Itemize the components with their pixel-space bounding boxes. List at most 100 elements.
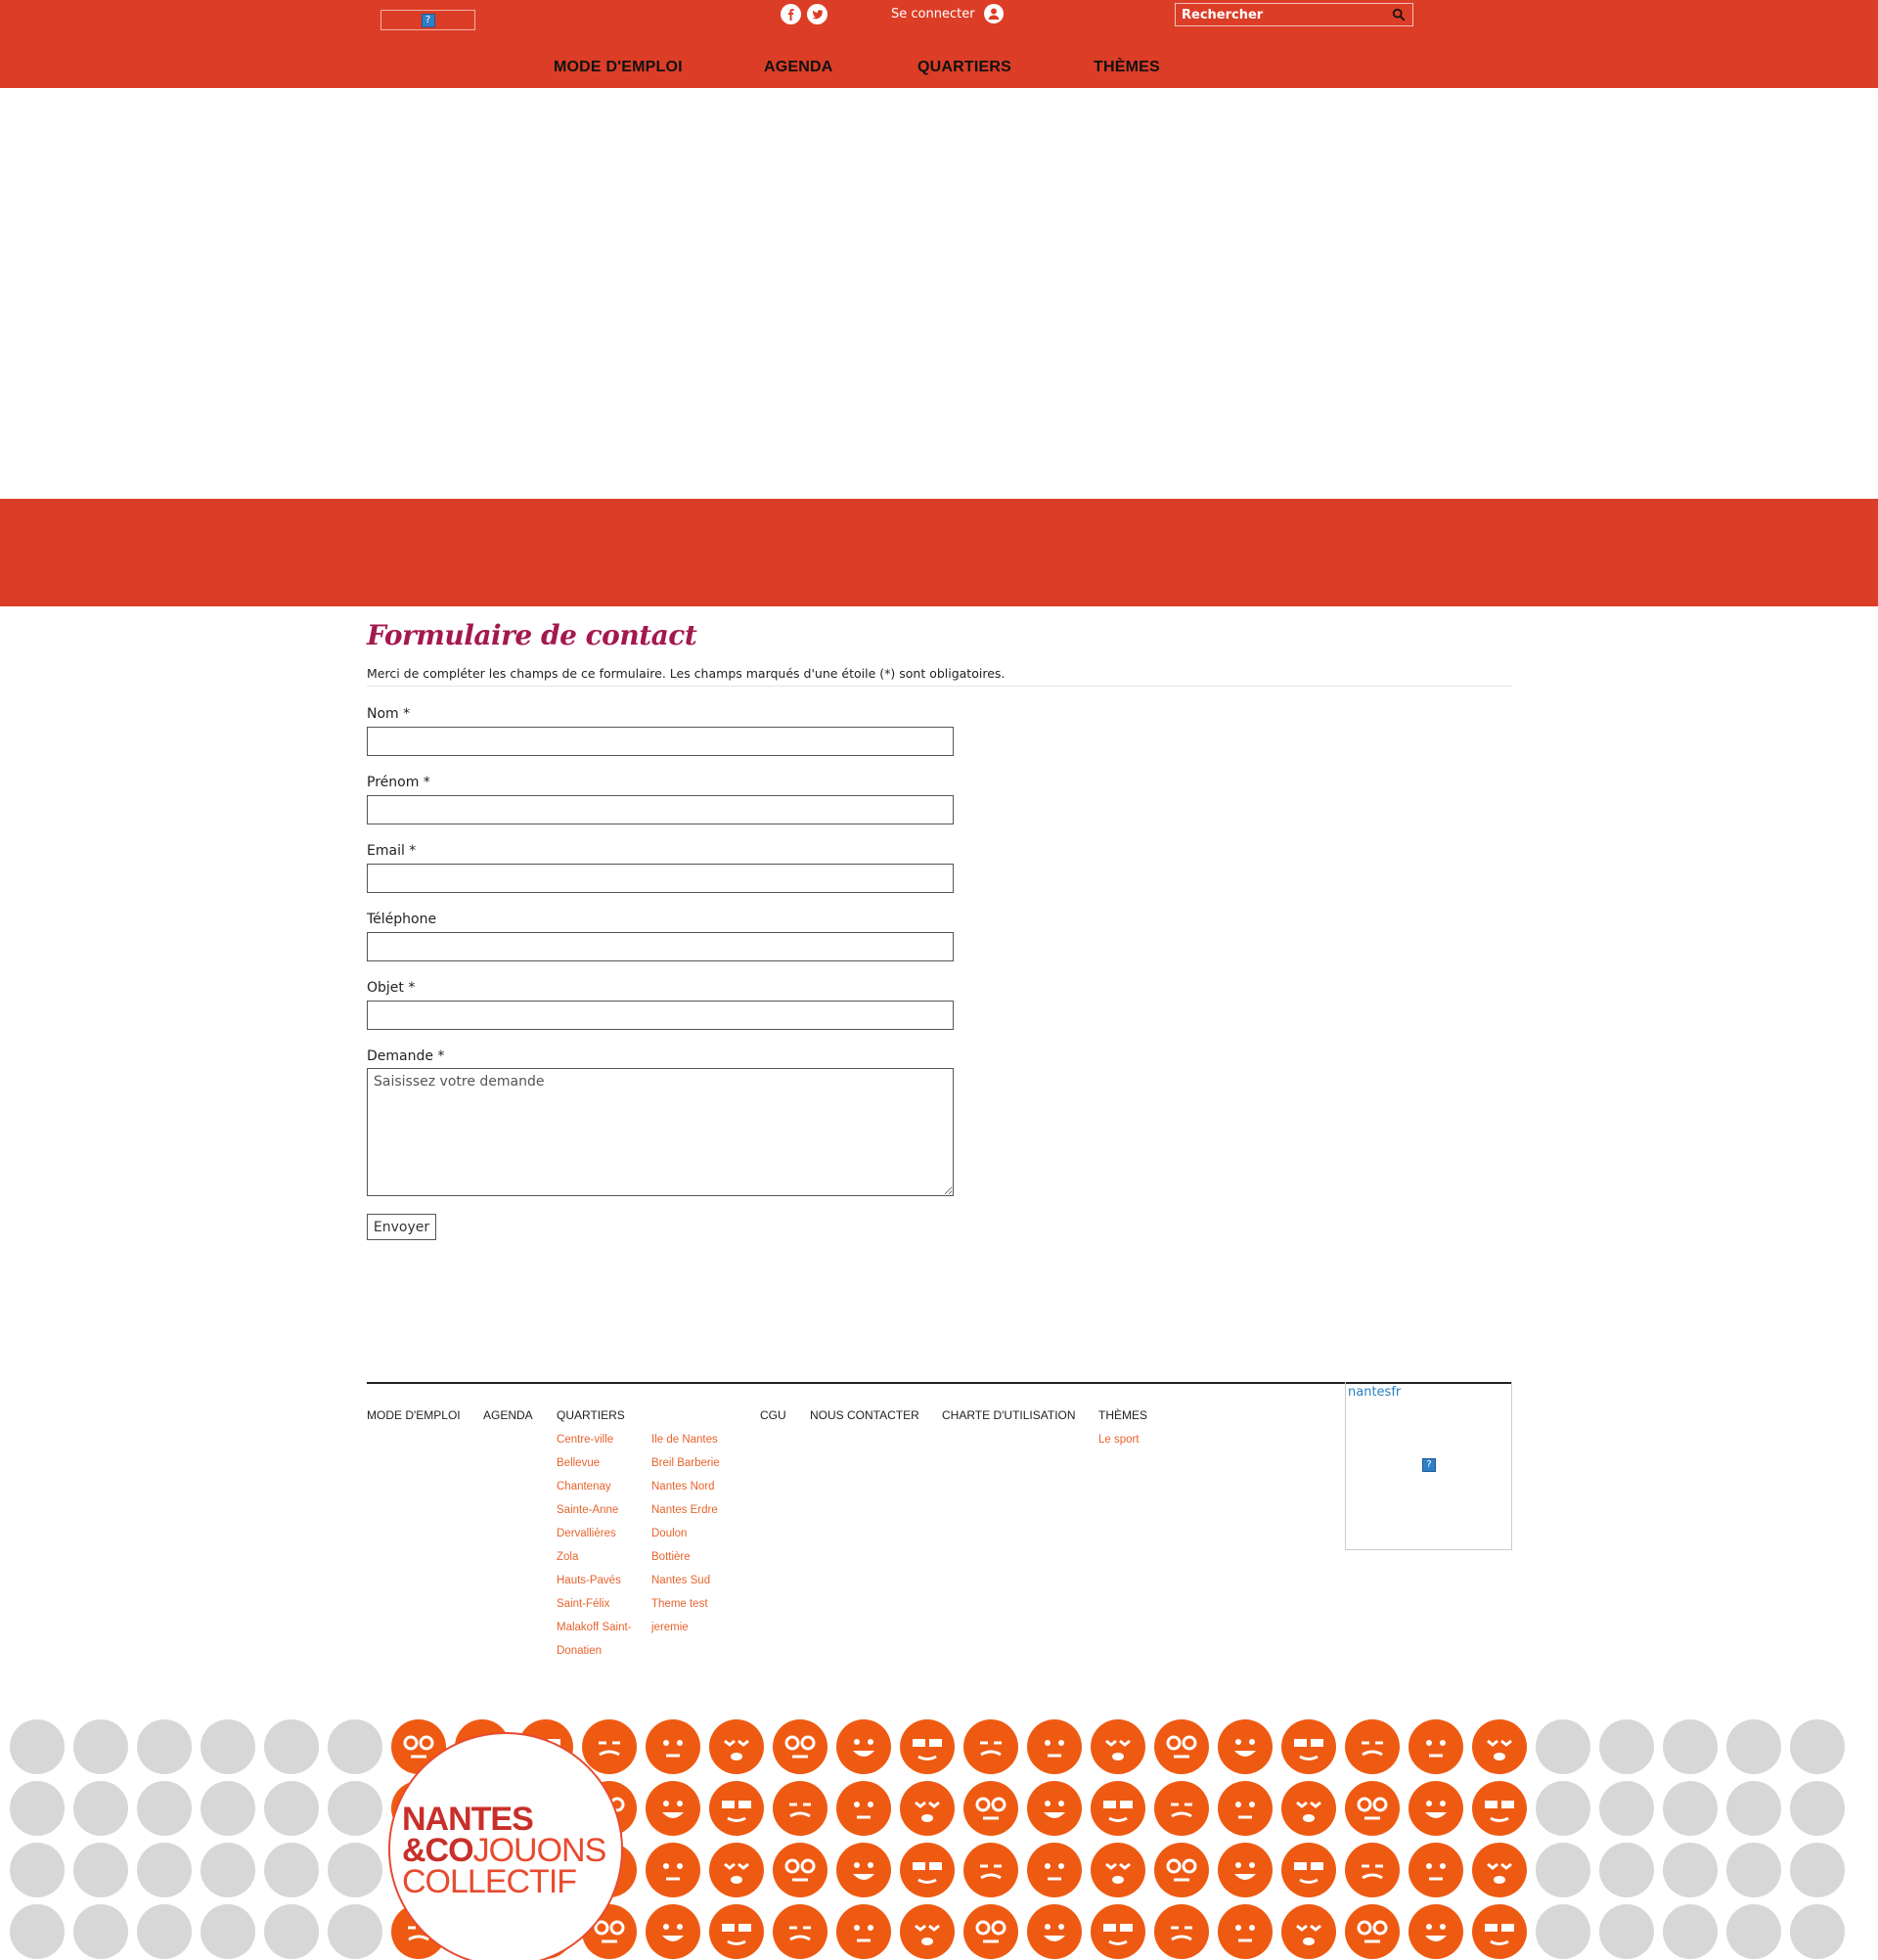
footer-quartier-link[interactable]: Hauts-Pavés xyxy=(557,1571,632,1594)
footer-quartier-link[interactable]: Breil Barberie xyxy=(651,1453,720,1477)
login-label: Se connecter xyxy=(891,6,975,22)
page-banner xyxy=(0,499,1878,606)
emoji-face-icon xyxy=(709,1719,764,1774)
emoji-face-icon xyxy=(963,1904,1018,1959)
footer-quartier-link[interactable]: Bottière xyxy=(651,1547,720,1571)
telephone-input[interactable] xyxy=(367,932,954,961)
grey-dot xyxy=(137,1781,192,1836)
footer-quartier-link[interactable]: Theme test xyxy=(651,1594,720,1618)
footer-quartier-link[interactable]: Saint-Félix xyxy=(557,1594,632,1618)
twitter-handle-link[interactable]: nantesfr xyxy=(1348,1385,1401,1400)
user-icon xyxy=(983,4,1004,23)
grey-dot xyxy=(1790,1719,1845,1774)
footer-nav-quartiers[interactable]: QUARTIERS xyxy=(557,1408,625,1422)
telephone-label: Téléphone xyxy=(367,912,437,927)
prenom-input[interactable] xyxy=(367,795,954,824)
grey-dot xyxy=(137,1843,192,1897)
twitter-widget: nantesfr ? xyxy=(1345,1382,1512,1550)
footer-quartier-link[interactable]: Nantes Nord xyxy=(651,1477,720,1500)
grey-dot xyxy=(1536,1719,1590,1774)
nantes-co-logo: NANTES &COJOUONS COLLECTIF xyxy=(388,1732,623,1960)
footer-quartier-link[interactable]: jeremie xyxy=(651,1618,720,1641)
email-input[interactable] xyxy=(367,864,954,893)
nav-themes[interactable]: THÈMES xyxy=(1094,59,1160,78)
nom-input[interactable] xyxy=(367,727,954,756)
objet-input[interactable] xyxy=(367,1001,954,1030)
objet-field-group: Objet * xyxy=(367,979,954,1030)
footer-theme-link[interactable]: Le sport xyxy=(1098,1430,1140,1453)
grey-dot xyxy=(73,1904,128,1959)
footer-quartier-link[interactable]: Doulon xyxy=(651,1524,720,1547)
twitter-icon[interactable] xyxy=(807,4,827,24)
page: ? Se connecter MODE D'EMPLOI AGENDA QUAR… xyxy=(0,0,1878,1960)
footer-quartier-link[interactable]: Zola xyxy=(557,1547,632,1571)
emoji-face-icon xyxy=(646,1781,700,1836)
emoji-face-icon xyxy=(1218,1843,1273,1897)
emoji-face-icon xyxy=(963,1781,1018,1836)
emoji-face-icon xyxy=(1091,1904,1145,1959)
footer-quartier-link[interactable]: Nantes Sud xyxy=(651,1571,720,1594)
emoji-face-icon xyxy=(963,1843,1018,1897)
emoji-face-icon xyxy=(1345,1781,1400,1836)
grey-dot xyxy=(1536,1904,1590,1959)
submit-button[interactable]: Envoyer xyxy=(367,1214,436,1240)
grey-dot xyxy=(328,1843,382,1897)
emoji-face-icon xyxy=(1472,1719,1527,1774)
footer-nav-contact[interactable]: NOUS CONTACTER xyxy=(810,1408,919,1422)
site-logo-link[interactable]: ? xyxy=(380,10,475,30)
prenom-field-group: Prénom * xyxy=(367,774,954,824)
emoji-face-icon xyxy=(836,1843,891,1897)
grey-dot xyxy=(1663,1781,1718,1836)
emoji-face-icon xyxy=(1154,1781,1209,1836)
footer-quartier-link[interactable]: Chantenay xyxy=(557,1477,632,1500)
grey-dot xyxy=(264,1719,319,1774)
emoji-face-icon xyxy=(1027,1719,1082,1774)
footer-quartier-link[interactable]: Sainte-Anne xyxy=(557,1500,632,1524)
prenom-label: Prénom * xyxy=(367,775,430,790)
footer-nav-cgu[interactable]: CGU xyxy=(760,1408,786,1422)
emoji-face-icon xyxy=(1027,1904,1082,1959)
grey-dot xyxy=(1790,1904,1845,1959)
footer-nav-charte[interactable]: CHARTE D'UTILISATION xyxy=(942,1408,1076,1422)
emoji-face-icon xyxy=(836,1904,891,1959)
demande-textarea[interactable] xyxy=(367,1068,954,1196)
grey-dot xyxy=(1726,1719,1781,1774)
footer-quartier-link[interactable]: Donatien xyxy=(557,1641,632,1665)
emoji-face-icon xyxy=(1345,1719,1400,1774)
grey-dot xyxy=(1599,1719,1654,1774)
footer-quartiers-list-2: Ile de Nantes Breil Barberie Nantes Nord… xyxy=(651,1430,720,1641)
emoji-face-icon xyxy=(1154,1719,1209,1774)
search-input[interactable] xyxy=(1182,7,1391,22)
grey-dot xyxy=(1599,1904,1654,1959)
emoji-face-icon xyxy=(709,1904,764,1959)
footer-nav-themes[interactable]: THÈMES xyxy=(1098,1408,1147,1422)
search-icon[interactable] xyxy=(1391,7,1407,22)
nom-label: Nom * xyxy=(367,706,411,722)
grey-dot xyxy=(10,1843,65,1897)
site-header: ? Se connecter MODE D'EMPLOI AGENDA QUAR… xyxy=(0,0,1878,88)
footer-nav-agenda[interactable]: AGENDA xyxy=(483,1408,533,1422)
footer-quartier-link[interactable]: Dervallières xyxy=(557,1524,632,1547)
grey-dot xyxy=(10,1904,65,1959)
emoji-face-icon xyxy=(1154,1843,1209,1897)
nav-agenda[interactable]: AGENDA xyxy=(764,59,833,78)
login-link[interactable]: Se connecter xyxy=(891,4,1004,23)
footer-quartier-link[interactable]: Malakoff Saint- xyxy=(557,1618,632,1641)
nav-quartiers[interactable]: QUARTIERS xyxy=(917,59,1011,78)
nav-mode-emploi[interactable]: MODE D'EMPLOI xyxy=(554,59,683,78)
emoji-face-icon xyxy=(709,1781,764,1836)
footer-quartier-link[interactable]: Nantes Erdre xyxy=(651,1500,720,1524)
contact-form: Formulaire de contact Merci de compléter… xyxy=(367,616,1511,1240)
page-title: Formulaire de contact xyxy=(367,619,697,651)
grey-dot xyxy=(328,1904,382,1959)
footer-quartier-link[interactable]: Ile de Nantes xyxy=(651,1430,720,1453)
footer-quartier-link[interactable]: Centre-ville xyxy=(557,1430,632,1453)
emoji-face-icon xyxy=(900,1719,955,1774)
footer-nav-mode-emploi[interactable]: MODE D'EMPLOI xyxy=(367,1408,461,1422)
facebook-icon[interactable] xyxy=(781,4,801,24)
emoji-face-icon xyxy=(1472,1843,1527,1897)
footer-quartier-link[interactable]: Bellevue xyxy=(557,1453,632,1477)
emoji-face-icon xyxy=(773,1843,827,1897)
grey-dot xyxy=(201,1904,255,1959)
emoji-face-icon xyxy=(1345,1843,1400,1897)
